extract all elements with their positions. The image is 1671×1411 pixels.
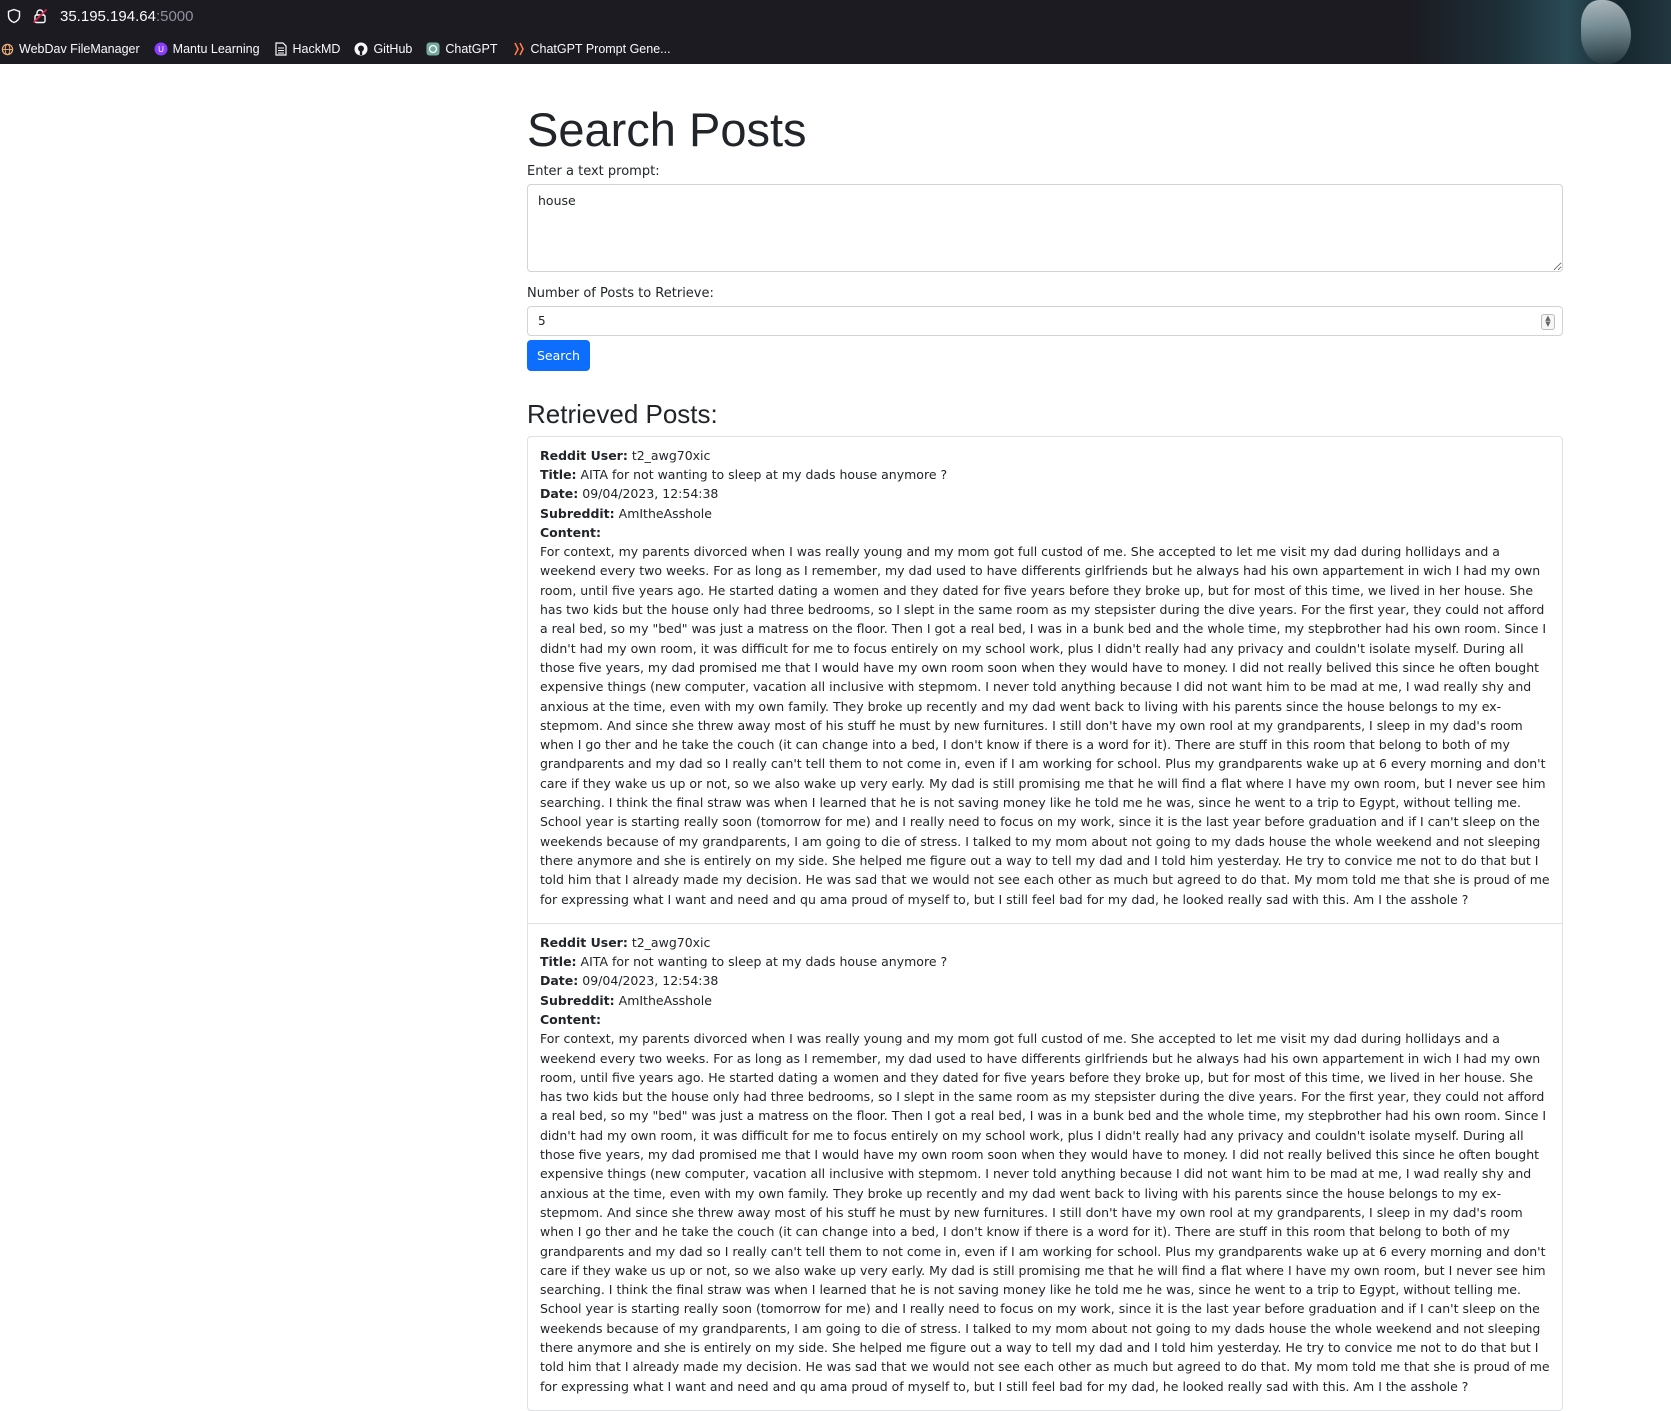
github-icon [354, 42, 368, 56]
field-label: Reddit User: [540, 934, 628, 950]
bookmarks-bar: WebDav FileManager U Mantu Learning Hack… [0, 36, 700, 62]
url-port: :5000 [155, 7, 194, 25]
field-label: Content: [540, 524, 601, 540]
post-content: For context, my parents divorced when I … [540, 544, 1550, 907]
post-title: Title: AITA for not wanting to sleep at … [540, 465, 1550, 484]
bookmark-label: GitHub [373, 42, 413, 56]
post-user: Reddit User: t2_awg70xic [540, 446, 1550, 465]
post-date-value: 09/04/2023, 12:54:38 [582, 486, 719, 502]
post-date: Date: 09/04/2023, 12:54:38 [540, 971, 1550, 990]
bookmark-label: HackMD [292, 42, 341, 56]
field-label: Date: [540, 486, 579, 502]
post-content-label: Content: [540, 1010, 1550, 1029]
post-item: Reddit User: t2_awg70xic Title: AITA for… [528, 924, 1562, 1410]
globe-icon [0, 42, 14, 56]
svg-text:U: U [158, 45, 164, 54]
post-count-field: ▲▼ [527, 305, 1563, 336]
field-label: Reddit User: [540, 447, 628, 463]
number-spinner-icon[interactable]: ▲ ▼ [1541, 313, 1555, 330]
post-count-label: Number of Posts to Retrieve: [527, 285, 714, 301]
field-label: Subreddit: [540, 992, 615, 1008]
post-title-value: AITA for not wanting to sleep at my dads… [580, 466, 948, 482]
field-label: Content: [540, 1012, 601, 1027]
field-label: Subreddit: [540, 505, 615, 521]
shield-icon[interactable] [6, 8, 22, 24]
field-label: Title: [540, 466, 577, 482]
search-button[interactable]: Search [527, 339, 590, 371]
post-title: Title: AITA for not wanting to sleep at … [540, 952, 1550, 971]
prompt-textarea[interactable]: house [527, 183, 1563, 272]
url-text[interactable]: 35.195.194.64:5000 [60, 8, 193, 25]
bookmark-github[interactable]: GitHub [354, 42, 412, 56]
post-item: Reddit User: t2_awg70xic Title: AITA for… [528, 437, 1562, 924]
bookmark-label: WebDav FileManager [19, 42, 140, 56]
post-content: For context, my parents divorced when I … [540, 1031, 1550, 1394]
prompt-label: Enter a text prompt: [527, 163, 660, 179]
post-content-label: Content: [540, 523, 1550, 542]
post-title-value: AITA for not wanting to sleep at my dads… [580, 954, 948, 970]
post-date-value: 09/04/2023, 12:54:38 [582, 973, 719, 989]
post-user: Reddit User: t2_awg70xic [540, 933, 1550, 952]
post-subreddit-value: AmItheAsshole [618, 992, 712, 1008]
bookmark-chatgpt-prompt-generator[interactable]: ChatGPT Prompt Gene... [511, 42, 671, 56]
insecure-lock-icon[interactable] [32, 8, 48, 24]
results-title: Retrieved Posts: [527, 398, 718, 429]
url-bar[interactable]: 35.195.194.64:5000 [0, 0, 800, 32]
bookmark-label: ChatGPT Prompt Gene... [530, 42, 671, 56]
post-user-value: t2_awg70xic [631, 447, 711, 463]
bookmark-label: ChatGPT [445, 42, 498, 56]
document-icon [274, 42, 288, 56]
post-subreddit: Subreddit: AmItheAsshole [540, 991, 1550, 1010]
post-user-value: t2_awg70xic [631, 934, 711, 950]
chatgpt-icon [426, 42, 440, 56]
posts-list: Reddit User: t2_awg70xic Title: AITA for… [527, 435, 1563, 1411]
post-subreddit-value: AmItheAsshole [618, 505, 712, 521]
prompt-generator-icon [511, 42, 525, 56]
page-title: Search Posts [527, 103, 807, 156]
post-date: Date: 09/04/2023, 12:54:38 [540, 484, 1550, 503]
bookmark-chatgpt[interactable]: ChatGPT [426, 42, 497, 56]
post-count-input[interactable] [527, 305, 1563, 336]
bookmark-webdav[interactable]: WebDav FileManager [0, 42, 140, 56]
mantu-icon: U [154, 42, 168, 56]
url-host: 35.195.194.64 [60, 7, 156, 25]
theme-background [1411, 0, 1671, 64]
bookmark-mantu-learning[interactable]: U Mantu Learning [154, 42, 260, 56]
bookmark-label: Mantu Learning [172, 42, 260, 56]
browser-chrome: 35.195.194.64:5000 WebDav FileManager U … [0, 0, 1671, 64]
bookmark-hackmd[interactable]: HackMD [274, 42, 341, 56]
post-subreddit: Subreddit: AmItheAsshole [540, 504, 1550, 523]
main-container: Search Posts Enter a text prompt: house … [527, 64, 1563, 1411]
field-label: Title: [540, 954, 577, 970]
field-label: Date: [540, 973, 579, 989]
